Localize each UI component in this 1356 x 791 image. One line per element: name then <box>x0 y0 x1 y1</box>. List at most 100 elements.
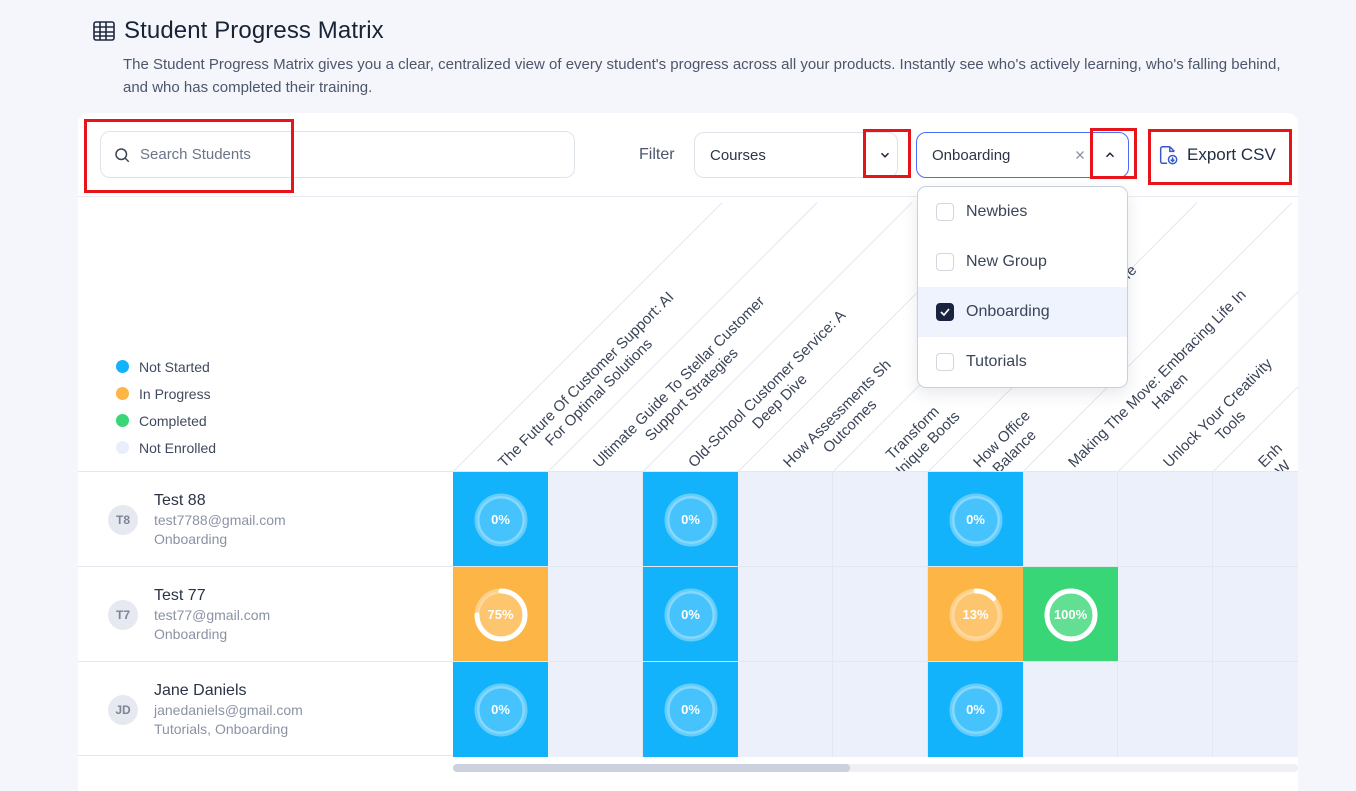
student-details: Jane Daniels janedaniels@gmail.com Tutoria… <box>154 681 303 739</box>
progress-percent: 100% <box>1053 607 1088 622</box>
dropdown-option-label: New Group <box>966 253 1047 270</box>
dropdown-option[interactable]: Newbies <box>918 187 1127 237</box>
progress-cell[interactable]: 13% <box>928 567 1023 662</box>
legend-label: Not Started <box>139 358 210 375</box>
clear-selection-button[interactable] <box>1071 146 1089 164</box>
legend-item: Not Enrolled <box>116 434 216 461</box>
search-box[interactable] <box>100 131 575 178</box>
column-header-label: Old-School Customer Service: A Deep Dive <box>685 307 863 485</box>
group-select-toggle[interactable] <box>1095 140 1125 170</box>
progress-cell <box>738 472 833 567</box>
student-info: T7 Test 77 test77@gmail.com Onboarding <box>108 567 270 662</box>
student-email: janedaniels@gmail.com <box>154 701 303 718</box>
legend-dot <box>116 441 129 454</box>
avatar: T7 <box>108 599 138 630</box>
filter-label: Filter <box>639 146 675 163</box>
progress-ring: 0% <box>473 682 529 738</box>
horizontal-scrollbar[interactable] <box>453 764 1298 772</box>
progress-ring: 0% <box>948 682 1004 738</box>
checkbox[interactable] <box>936 203 954 221</box>
progress-cell <box>738 662 833 757</box>
student-email: test7788@gmail.com <box>154 511 286 528</box>
student-details: Test 88 test7788@gmail.com Onboarding <box>154 491 286 549</box>
group-dropdown-menu: Newbies New Group Onboarding Tutorials <box>917 186 1128 388</box>
group-select[interactable]: Onboarding <box>916 132 1129 178</box>
progress-ring: 13% <box>948 587 1004 643</box>
legend-item: Completed <box>116 407 216 434</box>
progress-cell <box>833 567 928 662</box>
legend-label: Not Enrolled <box>139 439 217 456</box>
search-icon <box>115 147 130 162</box>
progress-cell[interactable]: 0% <box>928 472 1023 567</box>
export-csv-button[interactable]: Export CSV <box>1155 133 1276 177</box>
dropdown-option[interactable]: New Group <box>918 237 1127 287</box>
legend-label: Completed <box>139 412 207 429</box>
close-icon <box>1076 151 1084 159</box>
type-select-toggle[interactable] <box>870 140 900 170</box>
progress-cell <box>1023 472 1118 567</box>
student-groups: Onboarding <box>154 530 228 547</box>
progress-cell[interactable]: 0% <box>643 472 738 567</box>
scrollbar-thumb[interactable] <box>453 764 851 772</box>
progress-cell <box>833 472 928 567</box>
student-groups: Tutorials, Onboarding <box>154 720 289 737</box>
progress-cell[interactable]: 0% <box>453 662 548 757</box>
progress-percent: 0% <box>681 607 700 622</box>
progress-cell <box>1118 472 1213 567</box>
export-csv-label: Export CSV <box>1187 145 1276 164</box>
progress-percent: 0% <box>681 512 700 527</box>
search-input[interactable] <box>140 146 540 163</box>
progress-cell <box>1213 472 1298 567</box>
progress-cell[interactable]: 0% <box>453 472 548 567</box>
avatar: T8 <box>108 504 138 535</box>
progress-cell <box>548 472 643 567</box>
chevron-down-icon <box>880 152 890 158</box>
student-email: test77@gmail.com <box>154 606 271 623</box>
progress-cell <box>1118 662 1213 757</box>
progress-cell[interactable]: 0% <box>643 567 738 662</box>
progress-percent: 0% <box>491 702 510 717</box>
progress-percent: 75% <box>487 607 514 622</box>
progress-cell <box>1118 567 1213 662</box>
progress-ring: 0% <box>948 492 1004 548</box>
student-name: Jane Daniels <box>154 681 247 699</box>
progress-ring: 0% <box>663 492 719 548</box>
legend-dot <box>116 360 129 373</box>
type-select[interactable]: Courses <box>694 132 898 178</box>
student-name: Test 88 <box>154 491 206 509</box>
student-groups: Onboarding <box>154 625 228 642</box>
progress-ring: 0% <box>663 682 719 738</box>
progress-grid: T8 Test 88 test7788@gmail.com Onboarding 0% 0… <box>78 471 1298 757</box>
progress-percent: 0% <box>491 512 510 527</box>
page-description: The Student Progress Matrix gives you a … <box>123 56 1281 96</box>
student-info: JD Jane Daniels janedaniels@gmail.com Tutor… <box>108 662 303 757</box>
progress-cell[interactable]: 0% <box>928 662 1023 757</box>
checkbox[interactable] <box>936 353 954 371</box>
progress-cell <box>1023 662 1118 757</box>
progress-cell <box>833 662 928 757</box>
progress-cell[interactable]: 100% <box>1023 567 1118 662</box>
legend-dot <box>116 414 129 427</box>
dropdown-option[interactable]: Onboarding <box>918 287 1127 337</box>
table-grid-icon <box>93 21 115 41</box>
progress-cell[interactable]: 0% <box>643 662 738 757</box>
student-info: T8 Test 88 test7788@gmail.com Onboarding <box>108 472 286 567</box>
legend-dot <box>116 387 129 400</box>
avatar: JD <box>108 694 138 725</box>
progress-percent: 0% <box>681 702 700 717</box>
table-row: T8 Test 88 test7788@gmail.com Onboarding 0% 0… <box>78 471 1298 567</box>
checkbox[interactable] <box>936 253 954 271</box>
dropdown-option-label: Newbies <box>966 203 1028 220</box>
progress-cell <box>1213 662 1298 757</box>
check-icon <box>940 308 950 317</box>
dropdown-option[interactable]: Tutorials <box>918 337 1127 387</box>
progress-ring: 0% <box>473 492 529 548</box>
progress-cell <box>548 662 643 757</box>
legend-label: In Progress <box>139 385 211 402</box>
legend-item: In Progress <box>116 380 216 407</box>
progress-cell <box>548 567 643 662</box>
progress-cell[interactable]: 75% <box>453 567 548 662</box>
chevron-up-icon <box>1105 152 1115 158</box>
dropdown-option-label: Tutorials <box>966 353 1027 370</box>
checkbox[interactable] <box>936 303 954 321</box>
